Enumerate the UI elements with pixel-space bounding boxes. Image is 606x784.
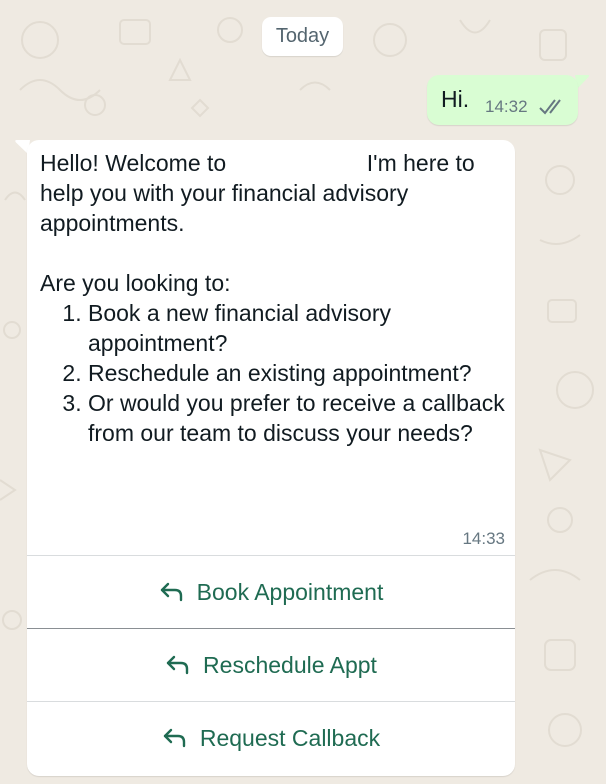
option-list: Book a new financial advisory appointmen… bbox=[40, 298, 505, 448]
reschedule-appt-button[interactable]: Reschedule Appt bbox=[27, 628, 515, 701]
question-text: Are you looking to: bbox=[40, 270, 231, 296]
incoming-message-body: Hello! Welcome to I'm here to help you w… bbox=[40, 148, 505, 448]
reschedule-appt-label: Reschedule Appt bbox=[203, 651, 377, 678]
option-item: Reschedule an existing appointment? bbox=[88, 358, 505, 388]
request-callback-label: Request Callback bbox=[199, 724, 381, 751]
book-appointment-button[interactable]: Book Appointment bbox=[27, 555, 515, 628]
reply-arrow-icon bbox=[163, 728, 186, 748]
request-callback-button[interactable]: Request Callback bbox=[27, 701, 515, 774]
double-check-read-icon bbox=[539, 99, 561, 115]
welcome-text: Hello! Welcome to I'm here to help you w… bbox=[40, 150, 482, 236]
incoming-message-time: 14:33 bbox=[462, 529, 505, 548]
incoming-message[interactable]: Hello! Welcome to I'm here to help you w… bbox=[27, 140, 515, 776]
outgoing-message-time: 14:32 bbox=[485, 97, 528, 116]
option-item: Or would you prefer to receive a callbac… bbox=[88, 388, 505, 448]
date-separator: Today bbox=[262, 17, 343, 56]
quick-reply-list: Book Appointment Reschedule Appt Request… bbox=[27, 555, 515, 774]
date-label: Today bbox=[275, 25, 330, 47]
option-item: Book a new financial advisory appointmen… bbox=[88, 298, 505, 358]
outgoing-message[interactable]: Hi. 14:32 bbox=[427, 75, 578, 125]
outgoing-message-text: Hi. bbox=[441, 86, 470, 112]
reply-arrow-icon bbox=[166, 655, 189, 675]
reply-arrow-icon bbox=[160, 582, 182, 602]
book-appointment-label: Book Appointment bbox=[196, 578, 384, 605]
